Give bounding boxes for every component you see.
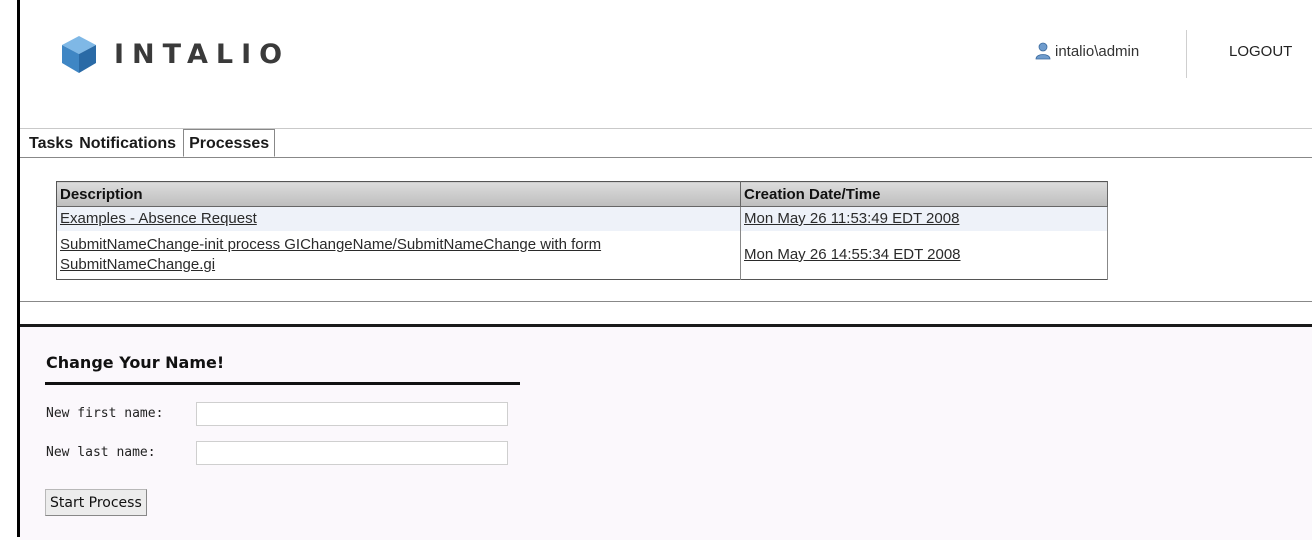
- first-name-label: New first name:: [46, 406, 164, 421]
- app-header: INTALIO intalio\admin LOGOUT: [20, 0, 1312, 129]
- process-date-link[interactable]: Mon May 26 11:53:49 EDT 2008: [744, 210, 959, 227]
- tab-bar: Tasks Notifications Processes: [27, 129, 276, 157]
- header-divider: [1186, 30, 1187, 78]
- description-cell: SubmitNameChange-init process GIChangeNa…: [56, 231, 741, 280]
- intalio-logo: INTALIO: [60, 32, 290, 76]
- form-title-rule: [45, 382, 520, 385]
- logo-text: INTALIO: [114, 38, 291, 70]
- column-header-created[interactable]: Creation Date/Time: [740, 181, 1108, 207]
- table-row[interactable]: Examples - Absence Request Mon May 26 11…: [56, 206, 1108, 231]
- process-link[interactable]: Examples - Absence Request: [60, 210, 257, 227]
- first-name-field[interactable]: [196, 402, 508, 426]
- tab-notifications[interactable]: Notifications: [77, 130, 180, 157]
- column-header-description[interactable]: Description: [56, 181, 741, 207]
- last-name-field[interactable]: [196, 441, 508, 465]
- tab-processes[interactable]: Processes: [183, 129, 276, 157]
- created-cell: Mon May 26 11:53:49 EDT 2008: [740, 206, 1108, 231]
- form-title: Change Your Name!: [46, 353, 225, 372]
- created-cell: Mon May 26 14:55:34 EDT 2008: [740, 231, 1108, 280]
- current-user: intalio\admin: [1035, 42, 1139, 60]
- logout-link[interactable]: LOGOUT: [1229, 43, 1292, 60]
- process-link[interactable]: SubmitNameChange-init process GIChangeNa…: [60, 236, 601, 273]
- last-name-label: New last name:: [46, 445, 156, 460]
- description-cell: Examples - Absence Request: [56, 206, 741, 231]
- tab-tasks[interactable]: Tasks: [27, 130, 77, 157]
- process-date-link[interactable]: Mon May 26 14:55:34 EDT 2008: [744, 246, 961, 263]
- processes-table: Description Creation Date/Time Examples …: [56, 181, 1108, 280]
- cube-logo-icon: [62, 36, 96, 73]
- processes-panel: Description Creation Date/Time Examples …: [20, 158, 1312, 302]
- start-process-button[interactable]: Start Process: [45, 489, 147, 516]
- user-name: intalio\admin: [1055, 42, 1140, 60]
- process-form: Change Your Name! New first name: New la…: [20, 324, 1312, 540]
- table-header-row: Description Creation Date/Time: [56, 181, 1108, 207]
- user-icon: [1035, 42, 1051, 60]
- table-row[interactable]: SubmitNameChange-init process GIChangeNa…: [56, 231, 1108, 280]
